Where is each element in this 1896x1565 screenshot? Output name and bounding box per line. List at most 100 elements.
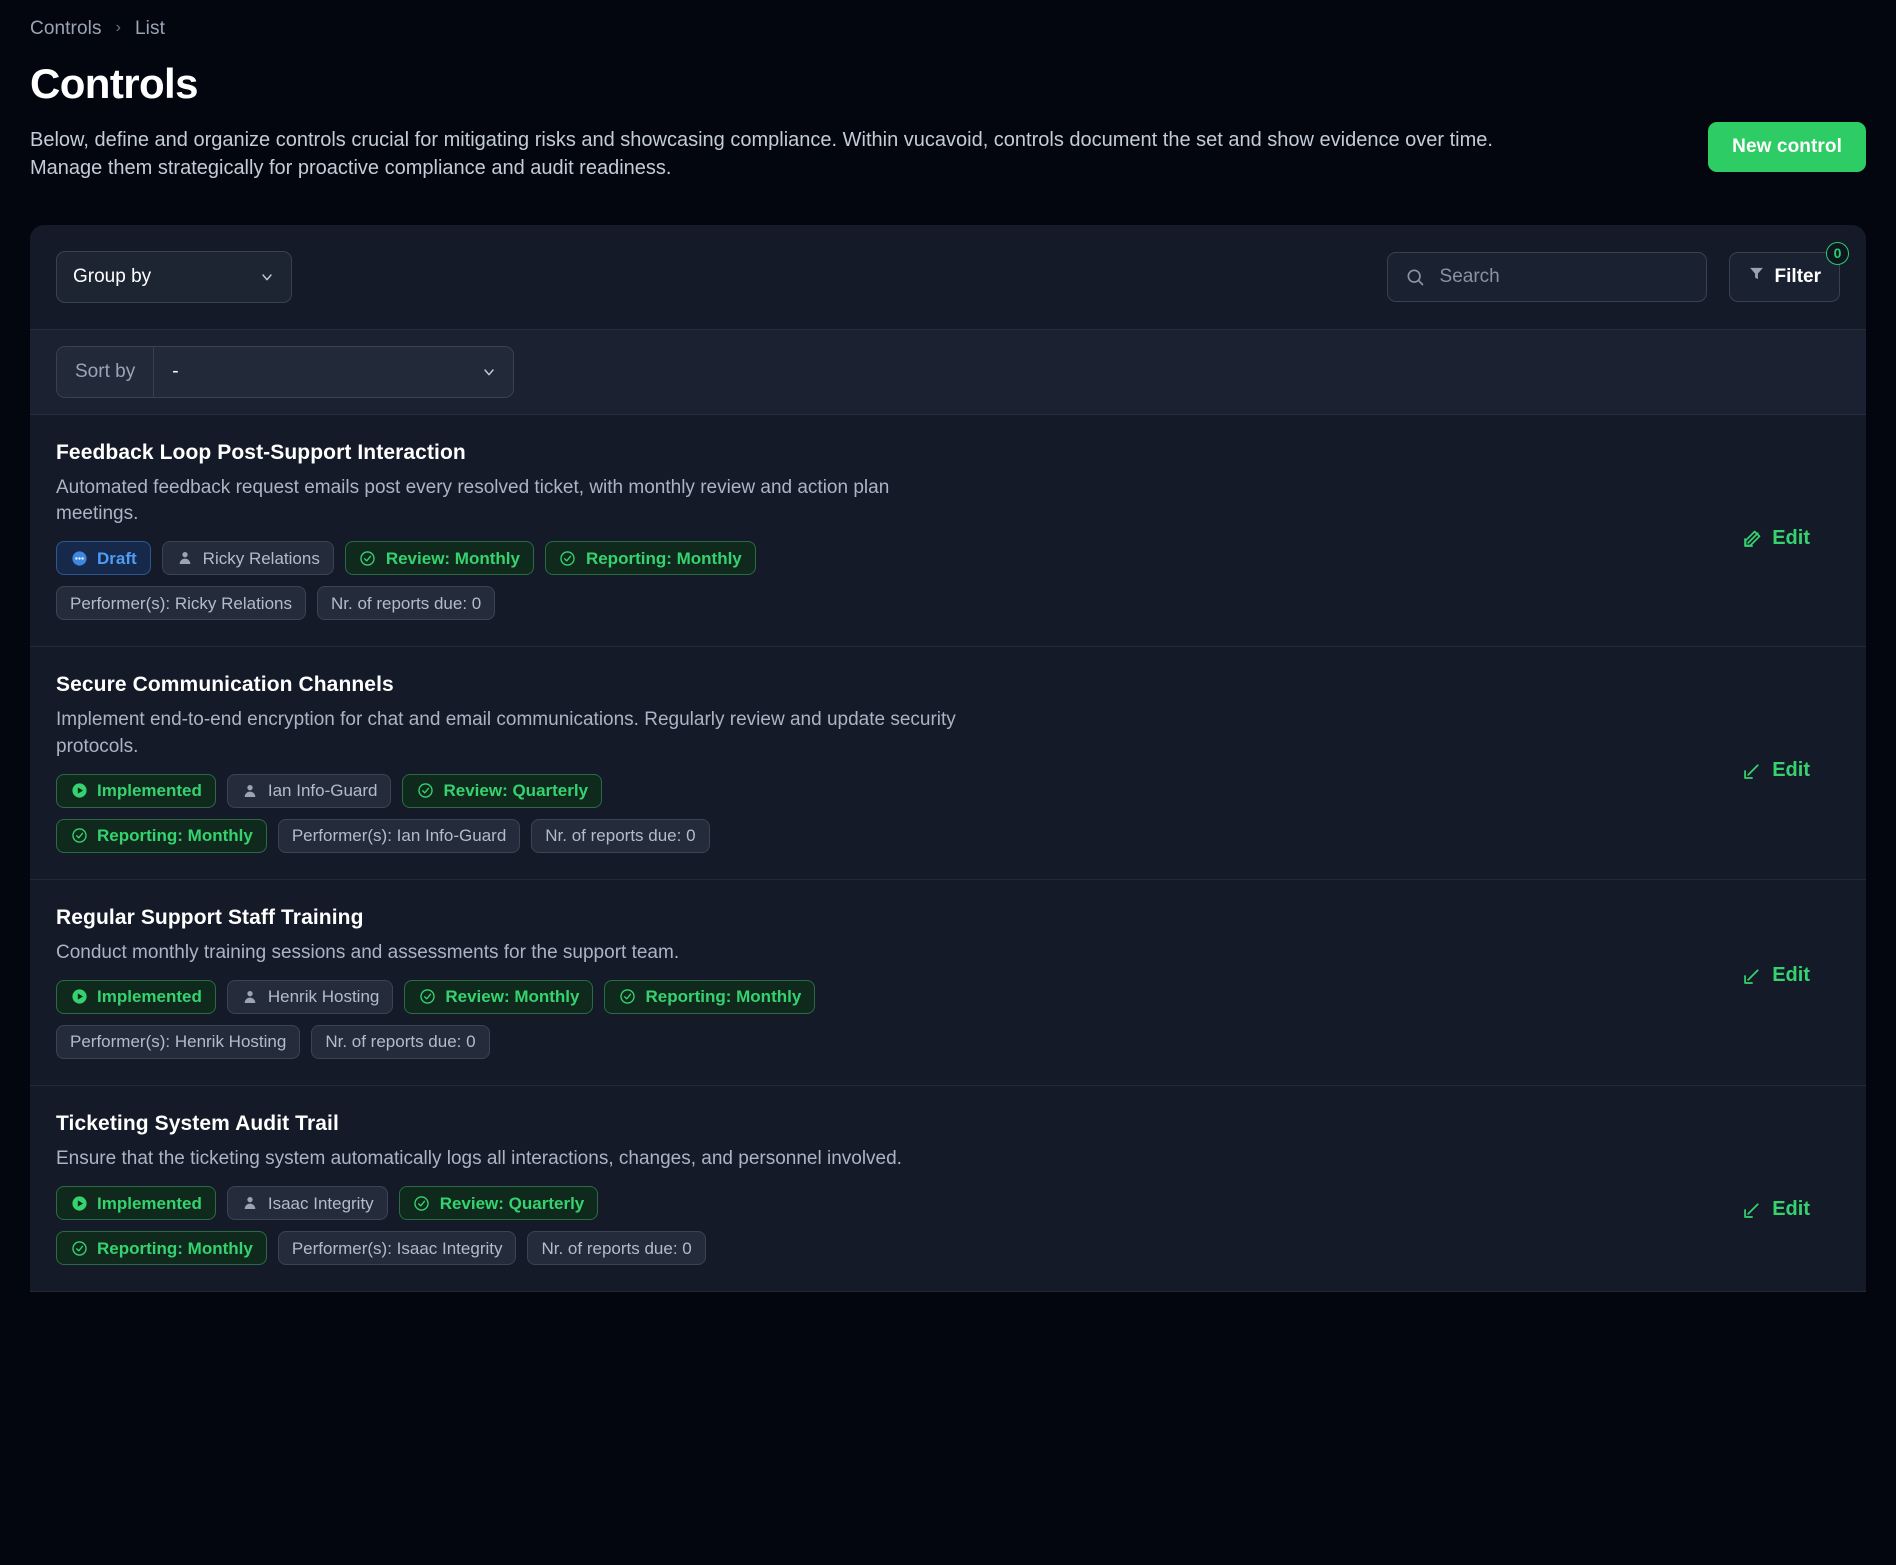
status-badge-label: Implemented: [97, 781, 202, 801]
reporting-badge: Reporting: Monthly: [56, 818, 267, 853]
performers-badge-label: Performer(s): Isaac Integrity: [291, 1238, 503, 1258]
filter-button[interactable]: Filter 0: [1728, 241, 1849, 302]
control-title[interactable]: Secure Communication Channels: [56, 673, 1436, 697]
new-control-button[interactable]: New control: [1708, 122, 1866, 172]
owner-badge-label: Ricky Relations: [202, 548, 320, 568]
play-circle-icon: [70, 1194, 88, 1212]
reporting-badge: Reporting: Monthly: [56, 1231, 267, 1266]
reporting-badge-label: Reporting: Monthly: [645, 987, 802, 1007]
group-by-label: Group by: [73, 265, 152, 287]
review-badge-label: Review: Quarterly: [443, 781, 589, 801]
review-badge-label: Review: Monthly: [445, 987, 580, 1007]
edit-button[interactable]: Edit: [1742, 527, 1810, 550]
check-circle-icon: [416, 782, 434, 800]
control-list-item[interactable]: Secure Communication Channels Implement …: [30, 647, 1866, 880]
breadcrumb-separator-icon: ›: [115, 19, 121, 36]
control-list-item[interactable]: Ticketing System Audit Trail Ensure that…: [30, 1085, 1866, 1293]
toolbar-right-group: Filter 0: [1386, 241, 1849, 302]
edit-button[interactable]: Edit: [1742, 759, 1810, 782]
sort-by-control[interactable]: Sort by -: [56, 345, 514, 398]
performers-badge: Performer(s): Isaac Integrity: [277, 1231, 517, 1266]
check-circle-icon: [70, 827, 88, 845]
reporting-badge: Reporting: Monthly: [544, 541, 756, 576]
reports-due-badge-label: Nr. of reports due: 0: [541, 1238, 692, 1258]
controls-page: Controls › List Controls Below, define a…: [0, 0, 1896, 1565]
check-circle-icon: [418, 988, 436, 1006]
control-item-content: Secure Communication Channels Implement …: [56, 673, 1436, 853]
check-circle-icon: [618, 988, 636, 1006]
performers-badge: Performer(s): Henrik Hosting: [56, 1024, 301, 1059]
group-by-select[interactable]: Group by: [56, 250, 292, 303]
reporting-badge-label: Reporting: Monthly: [97, 826, 253, 846]
control-description: Implement end-to-end encryption for chat…: [56, 709, 956, 757]
control-badges: Draft Ricky Relations Review: Monthly Re…: [56, 541, 816, 621]
status-badge-label: Draft: [97, 548, 137, 568]
control-title[interactable]: Ticketing System Audit Trail: [56, 1112, 1436, 1136]
control-list-item[interactable]: Regular Support Staff Training Conduct m…: [30, 879, 1866, 1086]
edit-button-label: Edit: [1772, 526, 1810, 549]
filter-count-badge: 0: [1826, 241, 1849, 265]
sort-by-label: Sort by: [57, 346, 155, 397]
person-icon: [241, 988, 259, 1006]
review-badge-label: Review: Quarterly: [439, 1193, 585, 1213]
reports-due-badge-label: Nr. of reports due: 0: [545, 826, 696, 846]
page-title: Controls: [30, 60, 198, 107]
control-list-item[interactable]: Feedback Loop Post-Support Interaction A…: [30, 414, 1866, 648]
control-badges: Implemented Ian Info-Guard Review: Quart…: [56, 773, 816, 853]
check-circle-icon: [70, 1239, 88, 1257]
edit-pencil-icon: [1742, 760, 1763, 781]
reports-due-badge-label: Nr. of reports due: 0: [325, 1032, 476, 1052]
review-badge: Review: Monthly: [404, 979, 594, 1014]
owner-badge-label: Henrik Hosting: [267, 987, 380, 1007]
reports-due-badge-label: Nr. of reports due: 0: [331, 593, 482, 613]
sort-bar: Sort by -: [30, 328, 1866, 415]
breadcrumb-item-list[interactable]: List: [135, 18, 165, 40]
page-header: Controls Below, define and organize cont…: [30, 40, 1866, 183]
review-badge: Review: Quarterly: [402, 773, 603, 808]
control-description: Automated feedback request emails post e…: [56, 476, 890, 525]
control-title[interactable]: Feedback Loop Post-Support Interaction: [56, 441, 1436, 465]
owner-badge-label: Isaac Integrity: [267, 1193, 374, 1213]
search-input[interactable]: [1386, 251, 1707, 302]
review-badge: Review: Monthly: [344, 541, 534, 576]
control-item-content: Regular Support Staff Training Conduct m…: [56, 906, 1436, 1059]
performers-badge-label: Performer(s): Henrik Hosting: [70, 1032, 287, 1052]
control-item-content: Ticketing System Audit Trail Ensure that…: [56, 1112, 1436, 1266]
edit-button[interactable]: Edit: [1742, 1198, 1810, 1221]
status-badge-label: Implemented: [97, 987, 202, 1007]
edit-button[interactable]: Edit: [1742, 964, 1810, 987]
status-badge: Implemented: [56, 1186, 216, 1221]
reports-due-badge: Nr. of reports due: 0: [317, 586, 496, 621]
status-badge: Implemented: [56, 979, 216, 1014]
search-field-wrapper: [1386, 251, 1707, 302]
control-title[interactable]: Regular Support Staff Training: [56, 906, 1436, 930]
dots-circle-icon: [70, 549, 88, 567]
person-icon: [241, 1194, 259, 1212]
performers-badge-label: Performer(s): Ian Info-Guard: [291, 826, 507, 846]
edit-button-label: Edit: [1772, 1197, 1810, 1220]
owner-badge: Ricky Relations: [161, 541, 334, 576]
sort-by-select[interactable]: -: [154, 346, 513, 397]
owner-badge: Ian Info-Guard: [226, 773, 392, 808]
page-description: Below, define and organize controls cruc…: [30, 129, 1493, 180]
breadcrumb: Controls › List: [30, 0, 1866, 40]
control-item-content: Feedback Loop Post-Support Interaction A…: [56, 441, 1436, 621]
chevron-down-icon: [481, 364, 497, 380]
check-circle-icon: [559, 549, 577, 567]
controls-card: Group by Filter 0: [30, 224, 1866, 1293]
performers-badge-label: Performer(s): Ricky Relations: [70, 593, 292, 613]
edit-button-label: Edit: [1772, 759, 1810, 782]
reports-due-badge: Nr. of reports due: 0: [311, 1024, 490, 1059]
reporting-badge: Reporting: Monthly: [604, 979, 816, 1014]
person-icon: [176, 549, 194, 567]
edit-button-label: Edit: [1772, 963, 1810, 986]
breadcrumb-item-controls[interactable]: Controls: [30, 18, 102, 40]
review-badge-label: Review: Monthly: [385, 548, 520, 568]
control-badges: Implemented Henrik Hosting Review: Month…: [56, 979, 816, 1059]
control-description: Ensure that the ticketing system automat…: [56, 1147, 902, 1169]
owner-badge: Isaac Integrity: [226, 1186, 388, 1221]
owner-badge-label: Ian Info-Guard: [267, 781, 378, 801]
list-toolbar: Group by Filter 0: [30, 224, 1866, 329]
play-circle-icon: [70, 988, 88, 1006]
reports-due-badge: Nr. of reports due: 0: [527, 1231, 706, 1266]
